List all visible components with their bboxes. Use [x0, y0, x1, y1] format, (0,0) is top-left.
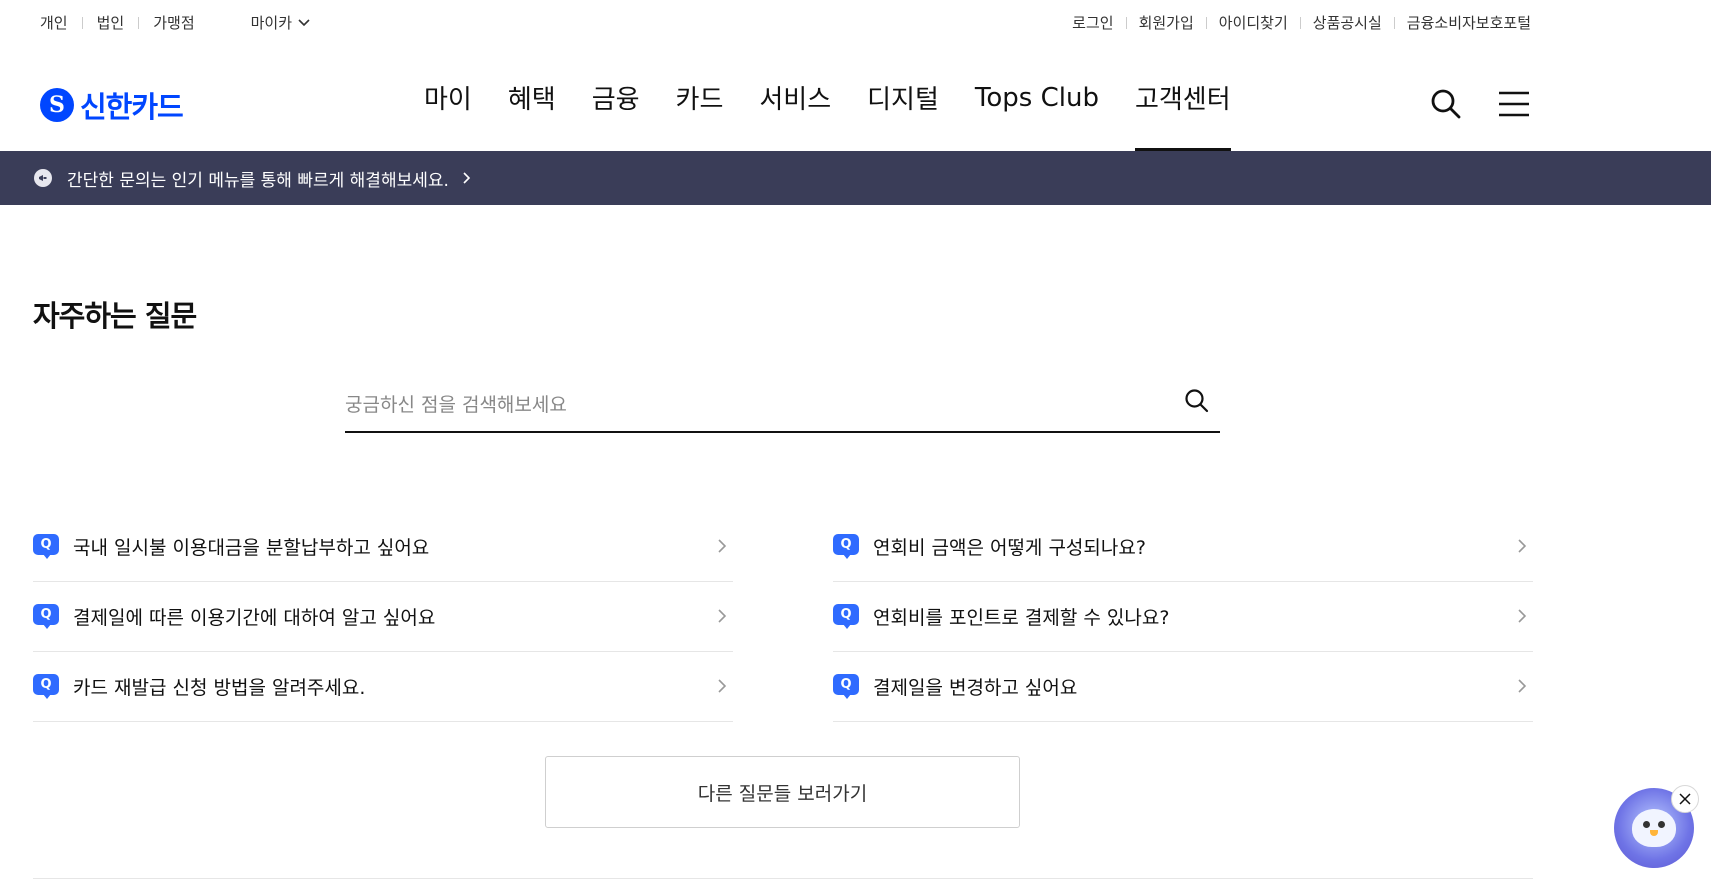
more-questions-button[interactable]: 다른 질문들 보러가기 — [545, 756, 1020, 828]
segment-nav: 개인 법인 가맹점 마이카 — [40, 12, 310, 33]
faq-search — [345, 380, 1220, 433]
search-icon — [1185, 389, 1209, 413]
chevron-right-icon — [718, 539, 727, 553]
question-icon: Q — [833, 533, 859, 560]
search-button[interactable] — [1429, 87, 1463, 121]
search-icon — [1431, 89, 1461, 119]
find-id-link[interactable]: 아이디찾기 — [1219, 12, 1288, 33]
faq-question: 결제일을 변경하고 싶어요 — [873, 677, 1078, 699]
chevron-right-icon — [718, 679, 727, 693]
question-icon: Q — [33, 533, 59, 560]
divider — [138, 16, 140, 29]
faq-list-right: Q 연회비 금액은 어떻게 구성되나요? Q 연회비를 포인트로 결제할 수 있… — [833, 512, 1533, 722]
faq-item[interactable]: Q 연회비 금액은 어떻게 구성되나요? — [833, 512, 1533, 582]
hamburger-icon — [1499, 91, 1529, 117]
faq-question: 연회비를 포인트로 결제할 수 있나요? — [873, 607, 1170, 629]
faq-item[interactable]: Q 카드 재발급 신청 방법을 알려주세요. — [33, 652, 733, 722]
divider — [1125, 16, 1127, 29]
segment-merchant[interactable]: 가맹점 — [153, 12, 194, 33]
menu-card[interactable]: 카드 — [676, 44, 724, 151]
menu-button[interactable] — [1497, 87, 1531, 121]
global-nav: S 신한카드 마이 혜택 금융 카드 서비스 디지털 Tops Club 고객센… — [0, 44, 1711, 151]
menu-my[interactable]: 마이 — [424, 44, 472, 151]
divider — [81, 16, 83, 29]
product-disclosure-link[interactable]: 상품공시실 — [1313, 12, 1382, 33]
chatbot-close-button[interactable] — [1671, 785, 1699, 813]
menu-benefits[interactable]: 혜택 — [508, 44, 556, 151]
divider — [1299, 16, 1301, 29]
account-links: 로그인 회원가입 아이디찾기 상품공시실 금융소비자보호포털 — [1072, 12, 1531, 33]
chevron-right-icon — [1518, 539, 1527, 553]
chevron-right-icon — [1518, 679, 1527, 693]
logo-text: 신한카드 — [80, 90, 184, 124]
faq-question: 국내 일시불 이용대금을 분할납부하고 싶어요 — [73, 537, 430, 559]
faq-item[interactable]: Q 결제일에 따른 이용기간에 대하여 알고 싶어요 — [33, 582, 733, 652]
question-icon: Q — [833, 673, 859, 700]
faq-question: 결제일에 따른 이용기간에 대하여 알고 싶어요 — [73, 607, 436, 629]
megaphone-icon — [34, 169, 52, 187]
notice-banner[interactable]: 간단한 문의는 인기 메뉴를 통해 빠르게 해결해보세요. — [0, 151, 1711, 205]
faq-list-left: Q 국내 일시불 이용대금을 분할납부하고 싶어요 Q 결제일에 따른 이용기간… — [33, 512, 733, 722]
chevron-right-icon — [1518, 609, 1527, 623]
login-link[interactable]: 로그인 — [1072, 12, 1113, 33]
segment-personal[interactable]: 개인 — [40, 12, 68, 33]
divider — [33, 878, 1533, 879]
notice-text: 간단한 문의는 인기 메뉴를 통해 빠르게 해결해보세요. — [67, 170, 449, 191]
faq-question: 카드 재발급 신청 방법을 알려주세요. — [73, 677, 366, 699]
question-icon: Q — [33, 673, 59, 700]
my-card-label: 마이카 — [250, 14, 293, 32]
menu-digital[interactable]: 디지털 — [867, 44, 939, 151]
divider — [1205, 16, 1207, 29]
menu-service[interactable]: 서비스 — [759, 44, 831, 151]
menu-tops-club[interactable]: Tops Club — [975, 44, 1099, 151]
my-card-dropdown[interactable]: 마이카 — [251, 12, 310, 33]
faq-item[interactable]: Q 결제일을 변경하고 싶어요 — [833, 652, 1533, 722]
segment-corporate[interactable]: 법인 — [97, 12, 125, 33]
faq-item[interactable]: Q 연회비를 포인트로 결제할 수 있나요? — [833, 582, 1533, 652]
question-icon: Q — [33, 603, 59, 630]
main-menu: 마이 혜택 금융 카드 서비스 디지털 Tops Club 고객센터 — [424, 44, 1267, 151]
faq-item[interactable]: Q 국내 일시불 이용대금을 분할납부하고 싶어요 — [33, 512, 733, 582]
chevron-right-icon — [463, 172, 471, 184]
close-icon — [1679, 793, 1691, 805]
logo-mark-icon: S — [40, 88, 74, 122]
faq-question: 연회비 금액은 어떻게 구성되나요? — [873, 537, 1146, 559]
question-icon: Q — [833, 603, 859, 630]
menu-customer-center[interactable]: 고객센터 — [1134, 44, 1231, 151]
chatbot-mascot-icon — [1632, 809, 1676, 847]
page-title: 자주하는 질문 — [33, 299, 197, 333]
faq-search-input[interactable] — [345, 380, 1165, 430]
utility-bar: 개인 법인 가맹점 마이카 로그인 회원가입 아이디찾기 상품공시실 금융소비자… — [0, 0, 1711, 44]
gnb-actions — [1429, 87, 1531, 121]
consumer-protection-link[interactable]: 금융소비자보호포털 — [1407, 12, 1531, 33]
chevron-down-icon — [298, 18, 310, 26]
divider — [1393, 16, 1395, 29]
menu-finance[interactable]: 금융 — [592, 44, 640, 151]
signup-link[interactable]: 회원가입 — [1139, 12, 1194, 33]
faq-search-button[interactable] — [1184, 388, 1210, 418]
logo[interactable]: S 신한카드 — [40, 84, 184, 126]
chevron-right-icon — [718, 609, 727, 623]
